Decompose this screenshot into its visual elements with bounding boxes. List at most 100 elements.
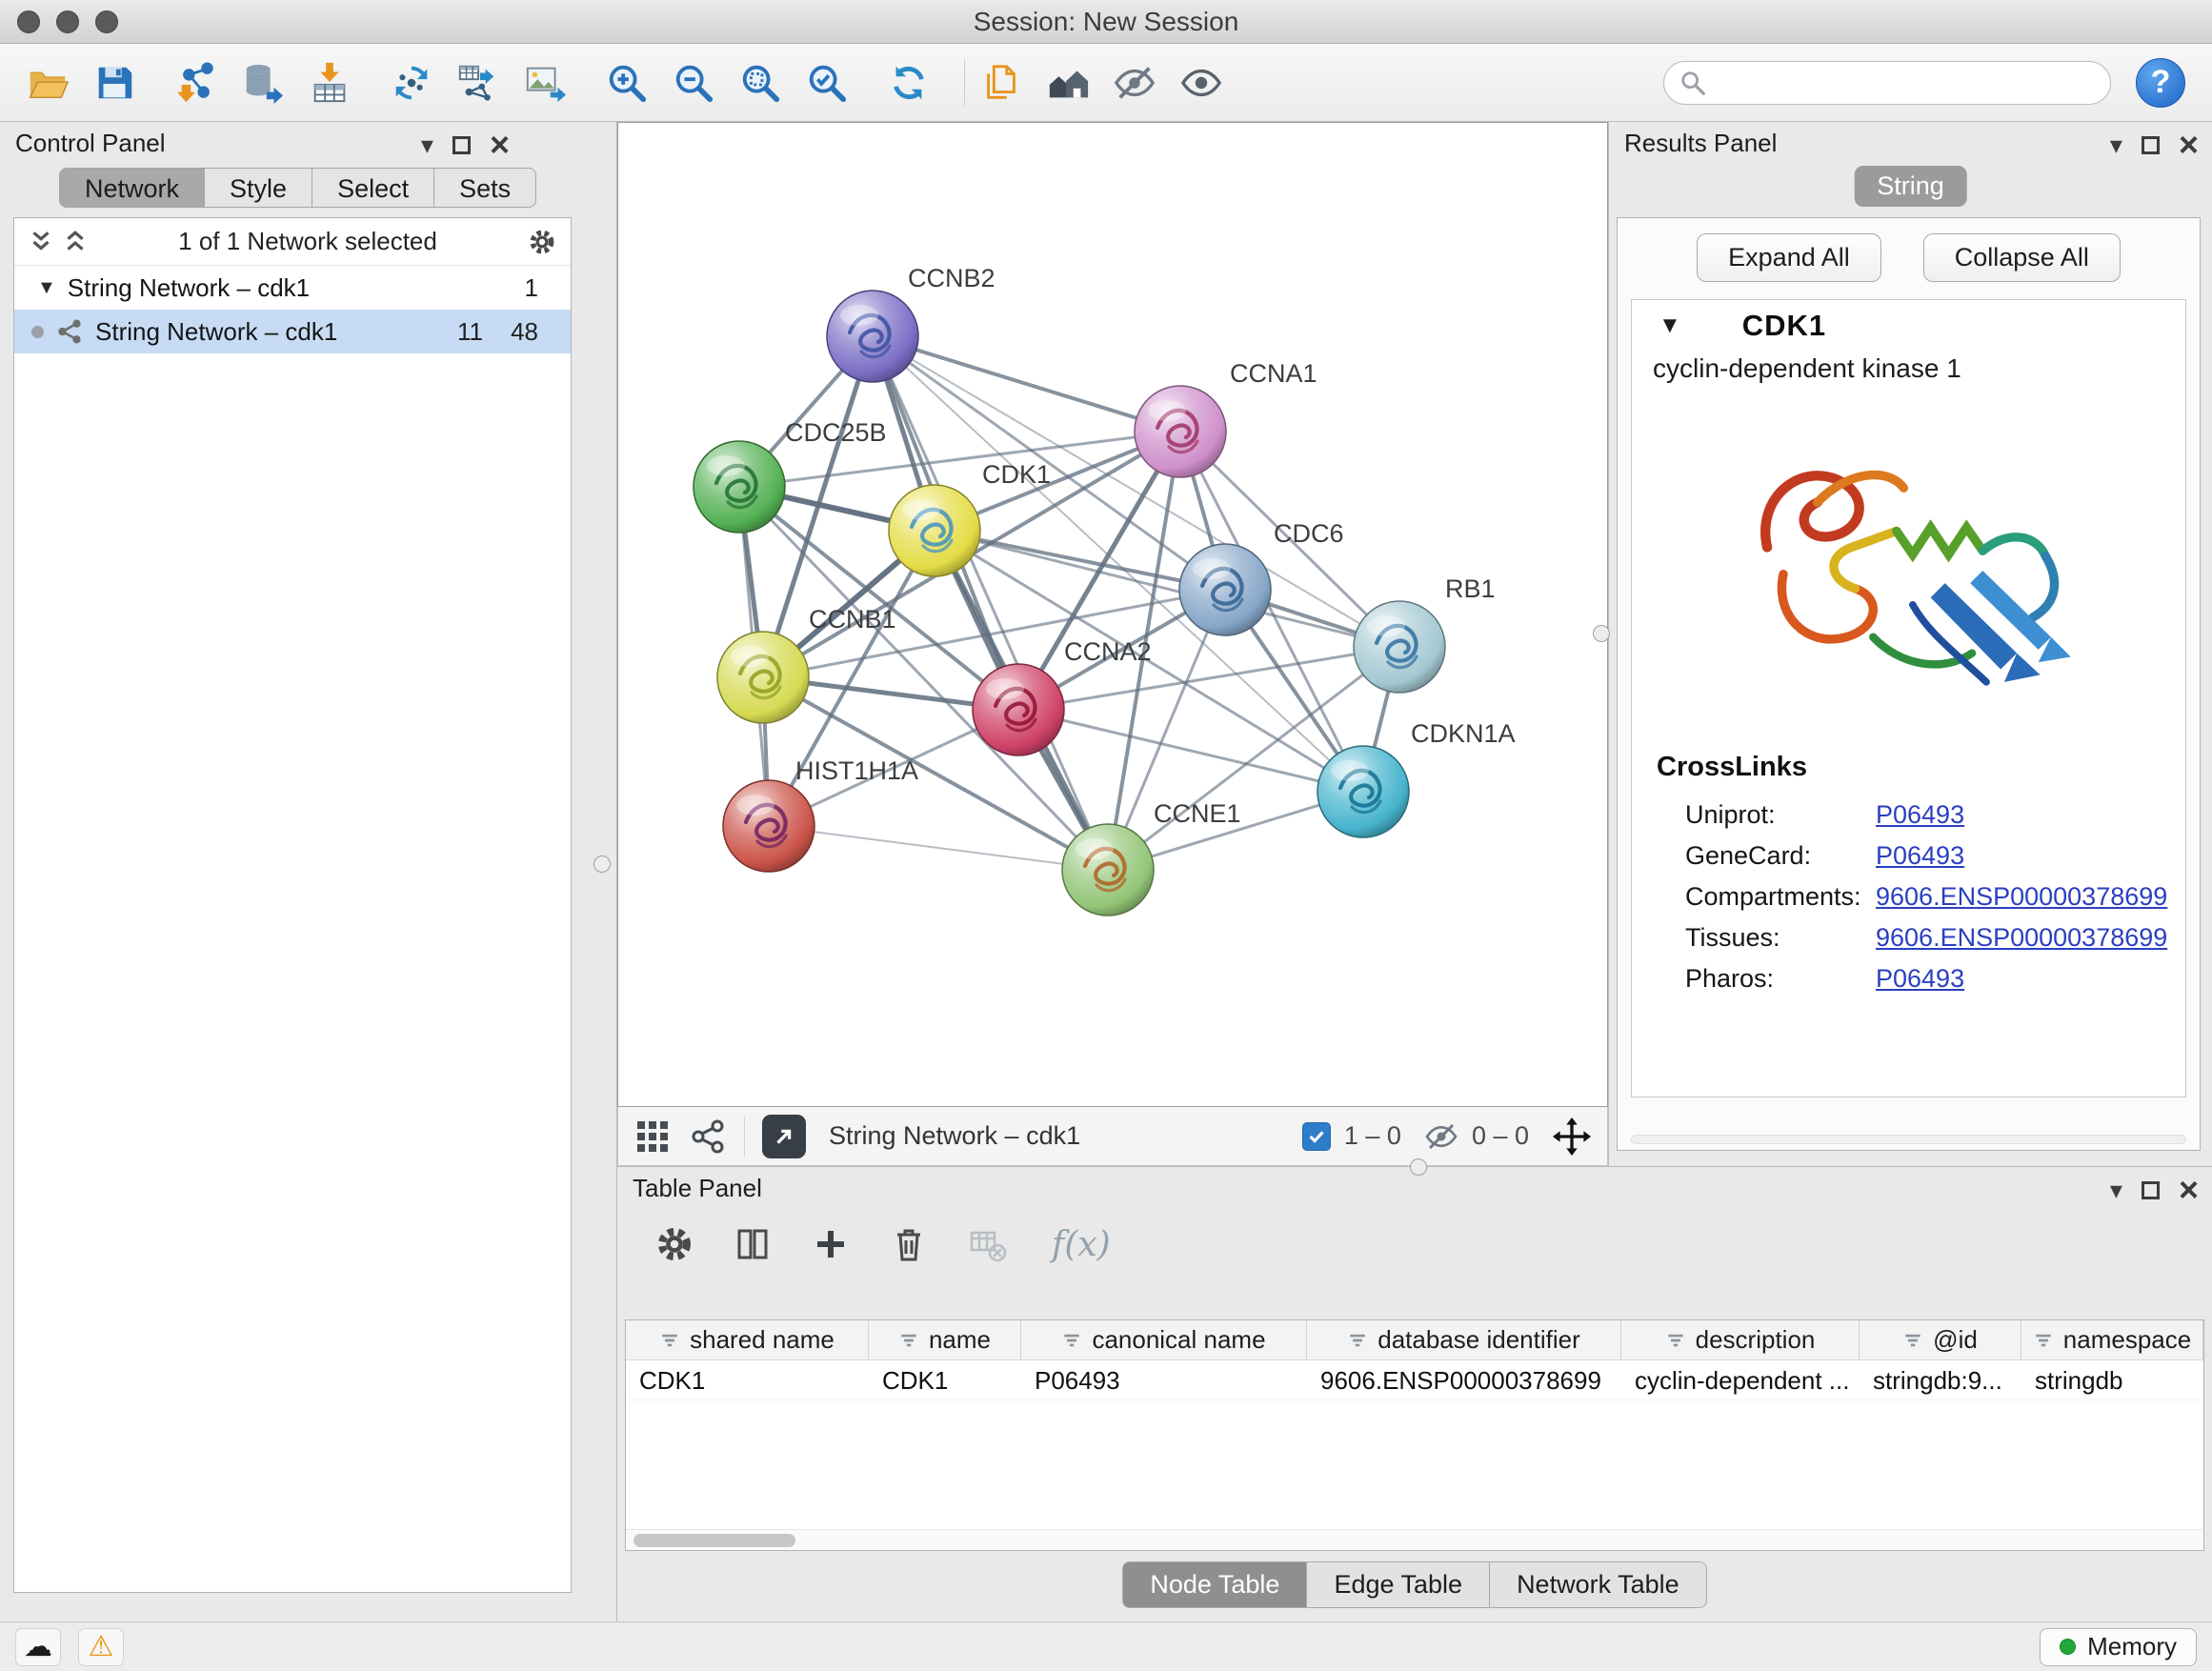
table-cell[interactable]: stringdb xyxy=(2021,1360,2203,1399)
hidden-eye-slash-icon[interactable] xyxy=(1424,1119,1458,1154)
pan-crosshair-icon[interactable] xyxy=(1552,1117,1592,1157)
splitter-handle-right[interactable] xyxy=(1593,625,1610,642)
import-table-button[interactable] xyxy=(303,56,356,110)
tab-style[interactable]: Style xyxy=(205,168,312,208)
zoom-fit-button[interactable] xyxy=(734,56,787,110)
crosslink-link[interactable]: P06493 xyxy=(1876,964,1964,994)
function-builder-button[interactable]: f(x) xyxy=(1052,1225,1111,1264)
panel-close-icon[interactable]: × xyxy=(2179,1173,2199,1207)
table-cell[interactable]: CDK1 xyxy=(869,1360,1021,1399)
panel-menu-icon[interactable]: ▾ xyxy=(421,132,433,157)
network-node-CDKN1A[interactable] xyxy=(1317,746,1409,837)
save-session-button[interactable] xyxy=(88,56,141,110)
column-header-@id[interactable]: @id xyxy=(1860,1320,2021,1359)
column-header-name[interactable]: name xyxy=(869,1320,1021,1359)
column-header-description[interactable]: description xyxy=(1621,1320,1860,1359)
gear-icon[interactable] xyxy=(527,227,557,257)
window-zoom-button[interactable] xyxy=(95,10,118,33)
zoom-in-button[interactable] xyxy=(600,56,654,110)
expand-all-icon[interactable] xyxy=(62,229,89,255)
hide-selection-eye-slash-button[interactable] xyxy=(1108,56,1161,110)
results-horizontal-scrollbar[interactable] xyxy=(1631,1135,2186,1144)
table-cell[interactable]: P06493 xyxy=(1021,1360,1307,1399)
table-cell[interactable]: CDK1 xyxy=(626,1360,869,1399)
crosslink-link[interactable]: P06493 xyxy=(1876,841,1964,871)
window-minimize-button[interactable] xyxy=(56,10,79,33)
show-columns-icon[interactable] xyxy=(732,1223,774,1265)
network-from-table-button[interactable] xyxy=(452,56,505,110)
home-layouts-button[interactable] xyxy=(1041,56,1095,110)
panel-close-icon[interactable]: × xyxy=(490,128,510,162)
collapse-section-icon[interactable]: ▼ xyxy=(1659,312,1681,339)
tab-edge-table[interactable]: Edge Table xyxy=(1307,1561,1490,1608)
table-row[interactable]: CDK1CDK1P064939606.ENSP00000378699cyclin… xyxy=(626,1360,2203,1400)
table-horizontal-scrollbar[interactable] xyxy=(626,1529,2203,1550)
expand-all-button[interactable]: Expand All xyxy=(1697,233,1881,282)
column-header-database-identifier[interactable]: database identifier xyxy=(1307,1320,1621,1359)
network-node-CCNB1[interactable] xyxy=(717,632,809,723)
column-header-canonical-name[interactable]: canonical name xyxy=(1021,1320,1307,1359)
network-node-CCNA1[interactable] xyxy=(1135,386,1226,477)
open-in-new-window-button[interactable] xyxy=(762,1115,806,1158)
scrollbar-thumb[interactable] xyxy=(633,1534,795,1547)
network-node-HIST1H1A[interactable] xyxy=(723,780,814,872)
column-header-shared-name[interactable]: shared name xyxy=(626,1320,869,1359)
crosslink-link[interactable]: 9606.ENSP00000378699 xyxy=(1876,882,2167,912)
help-button[interactable]: ? xyxy=(2136,58,2185,108)
tab-network[interactable]: Network xyxy=(59,168,205,208)
panel-close-icon[interactable]: × xyxy=(2179,128,2199,162)
show-selection-eye-button[interactable] xyxy=(1175,56,1228,110)
birdseye-grid-icon[interactable] xyxy=(633,1117,672,1156)
zoom-out-button[interactable] xyxy=(667,56,720,110)
table-cell[interactable]: stringdb:9... xyxy=(1860,1360,2021,1399)
splitter-handle-bottom[interactable] xyxy=(1410,1158,1427,1176)
export-image-button[interactable] xyxy=(518,56,572,110)
panel-float-icon[interactable] xyxy=(2142,1181,2160,1199)
network-node-RB1[interactable] xyxy=(1354,601,1445,693)
network-share-icon[interactable] xyxy=(689,1117,727,1156)
network-node-CCNA2[interactable] xyxy=(973,664,1064,755)
tab-select[interactable]: Select xyxy=(312,168,434,208)
network-node-CDC25B[interactable] xyxy=(694,441,785,533)
crosslink-link[interactable]: P06493 xyxy=(1876,800,1964,830)
network-node-CCNE1[interactable] xyxy=(1062,824,1154,916)
network-collection-row[interactable]: ▼ String Network – cdk1 1 xyxy=(14,266,571,310)
tree-expand-icon[interactable]: ▼ xyxy=(37,277,56,299)
cloud-icon[interactable]: ☁ xyxy=(15,1628,61,1666)
panel-float-icon[interactable] xyxy=(2142,136,2160,154)
network-node-CDK1[interactable] xyxy=(889,485,980,576)
warning-icon[interactable]: ⚠ xyxy=(78,1628,124,1666)
column-header-namespace[interactable]: namespace xyxy=(2021,1320,2203,1359)
panel-float-icon[interactable] xyxy=(452,136,471,154)
panel-menu-icon[interactable]: ▾ xyxy=(2110,1178,2122,1202)
new-network-button[interactable] xyxy=(385,56,438,110)
tab-node-table[interactable]: Node Table xyxy=(1122,1561,1307,1608)
network-node-CCNB2[interactable] xyxy=(827,291,918,382)
splitter-handle-left[interactable] xyxy=(593,856,611,873)
copy-document-button[interactable] xyxy=(975,56,1028,110)
add-column-icon[interactable] xyxy=(810,1223,852,1265)
import-network-database-button[interactable] xyxy=(236,56,290,110)
crosslink-link[interactable]: 9606.ENSP00000378699 xyxy=(1876,923,2167,953)
network-canvas[interactable]: CCNB2CCNA1CDC25BCDK1CDC6RB1CCNB1CCNA2CDK… xyxy=(617,122,1608,1107)
table-cell[interactable]: 9606.ENSP00000378699 xyxy=(1307,1360,1621,1399)
collapse-all-icon[interactable] xyxy=(28,229,54,255)
zoom-selected-button[interactable] xyxy=(800,56,854,110)
import-network-file-button[interactable] xyxy=(170,56,223,110)
delete-column-trash-icon[interactable] xyxy=(888,1223,930,1265)
window-close-button[interactable] xyxy=(17,10,40,33)
open-session-button[interactable] xyxy=(21,56,74,110)
network-node-CDC6[interactable] xyxy=(1179,544,1271,635)
network-row[interactable]: String Network – cdk1 11 48 xyxy=(14,310,571,353)
panel-menu-icon[interactable]: ▾ xyxy=(2110,132,2122,157)
tab-sets[interactable]: Sets xyxy=(434,168,536,208)
search-box[interactable] xyxy=(1663,61,2111,105)
table-settings-gear-icon[interactable] xyxy=(654,1223,695,1265)
search-input[interactable] xyxy=(1716,68,2095,97)
memory-button[interactable]: Memory xyxy=(2040,1628,2197,1666)
refresh-layout-button[interactable] xyxy=(882,56,935,110)
tab-network-table[interactable]: Network Table xyxy=(1490,1561,1707,1608)
collapse-all-button[interactable]: Collapse All xyxy=(1923,233,2121,282)
tab-string[interactable]: String xyxy=(1854,166,1967,207)
table-cell[interactable]: cyclin-dependent ... xyxy=(1621,1360,1860,1399)
